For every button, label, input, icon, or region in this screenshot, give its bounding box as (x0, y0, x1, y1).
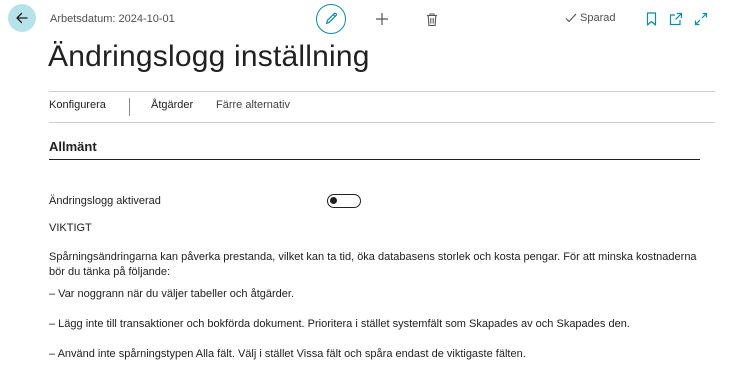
action-bar-right: Åtgärder (151, 99, 193, 111)
toggle-knob (330, 197, 337, 204)
section-divider (49, 159, 700, 160)
expand-icon (694, 12, 708, 26)
important-heading: VIKTIGT (49, 222, 92, 234)
change-log-enabled-label: Ändringslogg aktiverad (49, 195, 161, 207)
info-paragraph: Spårningsändringarna kan påverka prestan… (49, 251, 697, 278)
info-bullet-2: – Lägg inte till transaktioner och bokfö… (49, 318, 630, 330)
trash-icon (425, 12, 439, 27)
action-bar-bottom-divider (49, 122, 715, 123)
fewer-options-button[interactable]: Färre alternativ (216, 99, 290, 111)
bookmark-button[interactable] (644, 11, 658, 27)
open-new-window-button[interactable] (668, 11, 684, 27)
work-date: Arbetsdatum: 2024-10-01 (50, 13, 175, 25)
plus-icon (374, 11, 390, 27)
action-separator (129, 98, 130, 116)
new-button[interactable] (373, 10, 391, 28)
actions-menu[interactable]: Åtgärder (151, 99, 193, 111)
configure-action[interactable]: Konfigurera (49, 99, 106, 111)
open-new-window-icon (669, 12, 683, 26)
back-arrow-icon (14, 10, 30, 26)
saved-label: Sparad (580, 12, 616, 24)
edit-button[interactable] (316, 4, 346, 34)
section-title[interactable]: Allmänt (49, 139, 97, 154)
bookmark-icon (646, 12, 657, 26)
saved-status: Sparad (565, 12, 615, 24)
action-bar: Konfigurera (49, 99, 106, 111)
expand-button[interactable] (693, 11, 709, 27)
checkmark-icon (565, 13, 577, 23)
info-bullet-3: – Använd inte spårningstypen Alla fält. … (49, 348, 526, 360)
action-bar-options: Färre alternativ (216, 99, 290, 111)
info-bullet-1: – Var noggrann när du väljer tabeller oc… (49, 288, 295, 300)
pencil-icon (323, 11, 339, 27)
change-log-enabled-toggle[interactable] (327, 194, 361, 208)
delete-button[interactable] (423, 10, 441, 28)
action-bar-top-divider (49, 91, 715, 92)
page-title: Ändringslogg inställning (48, 40, 370, 73)
back-button[interactable] (8, 4, 36, 32)
